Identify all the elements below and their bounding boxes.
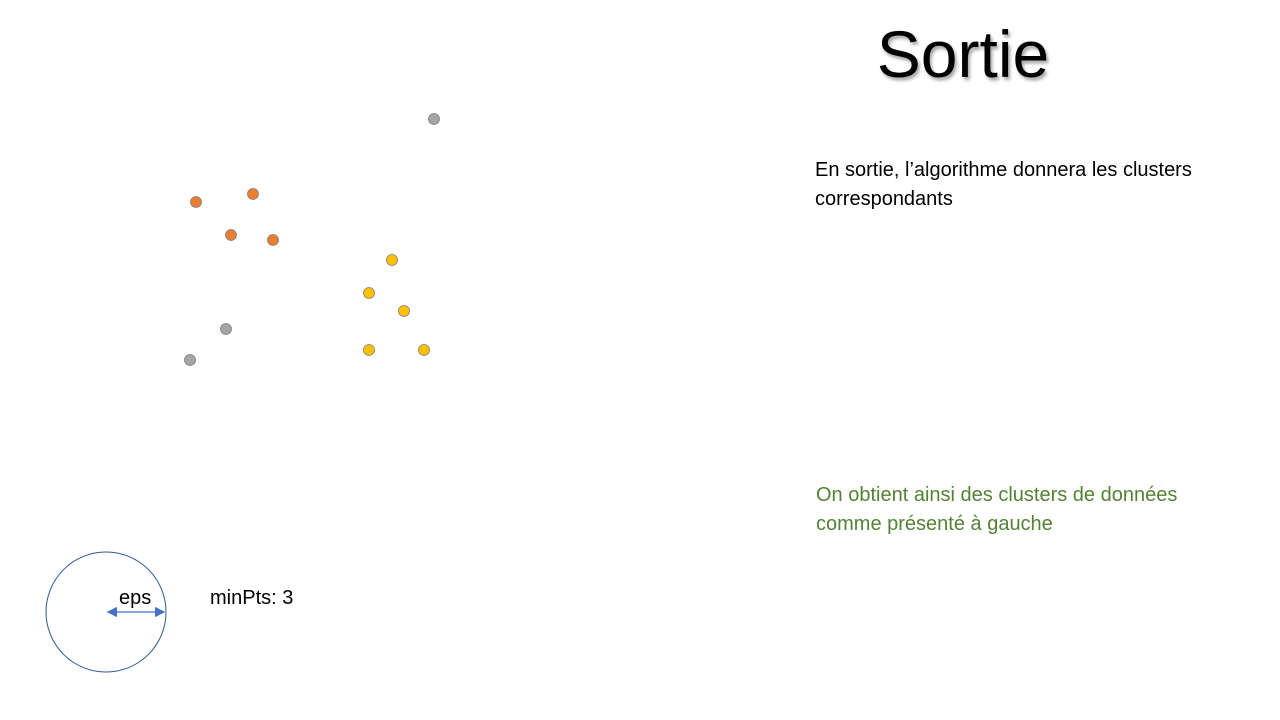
data-point-yellow — [418, 344, 430, 356]
data-point-orange — [190, 196, 202, 208]
data-point-yellow — [386, 254, 398, 266]
data-point-yellow — [363, 344, 375, 356]
scatter-diagram — [45, 113, 440, 673]
data-point-yellow — [398, 305, 410, 317]
conclusion-text: On obtient ainsi des clusters de données… — [816, 484, 1178, 535]
data-point-orange — [267, 234, 279, 246]
data-point-orange — [247, 188, 259, 200]
data-point-yellow — [363, 287, 375, 299]
slide-title: Sortie — [876, 17, 1050, 91]
slide: Sortie En sortie, l’algorithme donnera l… — [0, 0, 1280, 720]
data-points — [184, 113, 440, 366]
data-point-orange — [225, 229, 237, 241]
description-text: En sortie, l’algorithme donnera les clus… — [815, 159, 1192, 210]
data-point-noise — [428, 113, 440, 125]
minpts-label: minPts: 3 — [210, 587, 294, 609]
data-point-noise — [184, 354, 196, 366]
eps-label: eps — [119, 587, 152, 609]
data-point-noise — [220, 323, 232, 335]
